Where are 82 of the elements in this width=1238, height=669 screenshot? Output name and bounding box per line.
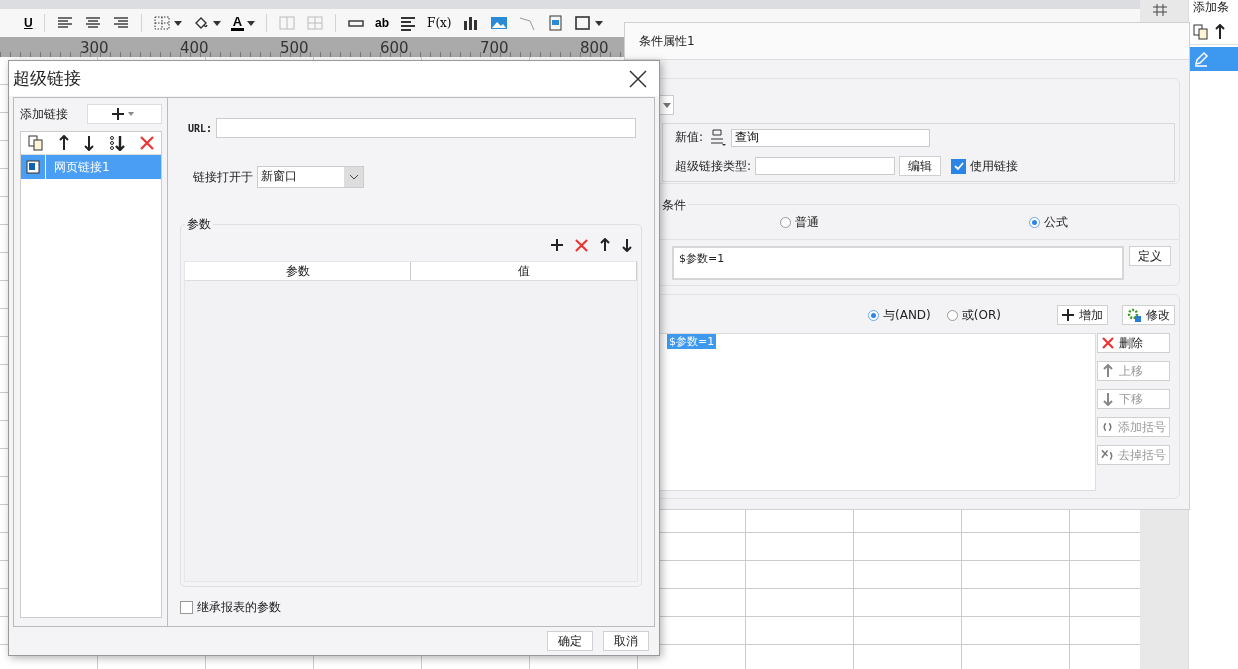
ruler-label: 600 <box>380 39 410 57</box>
window-title: 条件属性1 <box>625 23 1189 60</box>
url-field[interactable] <box>216 118 636 138</box>
panel-title: 添加条 <box>1192 0 1230 14</box>
ruler-label: 700 <box>480 39 510 57</box>
dialog-title: 超级链接 <box>13 67 81 90</box>
arrow-down-icon[interactable] <box>622 238 632 252</box>
chart-icon <box>461 15 480 31</box>
radio-label: 或(OR) <box>961 306 1001 324</box>
remove-paren-icon <box>1101 448 1114 462</box>
image-icon <box>489 15 508 31</box>
up-icon <box>1101 364 1115 378</box>
plus-icon <box>1062 309 1074 321</box>
ruler-label: 400 <box>180 39 210 57</box>
align-right-icon <box>111 15 130 31</box>
text-button[interactable]: ab <box>371 11 394 35</box>
arrow-up-icon[interactable] <box>59 135 70 151</box>
column-header[interactable]: 参数 <box>185 262 411 280</box>
arrow-down-icon[interactable] <box>84 135 94 151</box>
arrow-up-icon[interactable] <box>1215 24 1225 40</box>
arrow-up-icon[interactable] <box>600 238 610 252</box>
frame-icon <box>573 15 592 31</box>
merge-icon <box>278 15 297 31</box>
web-page-icon <box>26 160 40 174</box>
checkbox[interactable] <box>951 158 967 174</box>
cancel-button[interactable]: 取消 <box>603 631 649 651</box>
formula-button[interactable]: F(x) <box>423 11 456 35</box>
url-label: URL: <box>188 122 213 134</box>
open-in-label: 链接打开于 <box>193 168 253 186</box>
delete-icon[interactable] <box>575 238 588 252</box>
edit-button[interactable]: 编辑 <box>899 156 942 177</box>
group-legend: 参数 <box>185 216 213 233</box>
lines-icon <box>399 15 418 31</box>
borders-icon <box>152 15 171 31</box>
add-paren-icon <box>1101 420 1114 434</box>
delete-icon <box>1101 336 1115 350</box>
radio-label: 普通 <box>795 213 819 231</box>
modify-button[interactable]: 修改 <box>1122 305 1175 325</box>
radio-button[interactable] <box>1029 216 1040 228</box>
copy-icon[interactable] <box>28 135 45 151</box>
chevron-icon <box>348 174 359 180</box>
open-in-select[interactable]: 新窗口 <box>257 166 364 188</box>
ok-button[interactable]: 确定 <box>547 631 593 651</box>
slash-icon <box>517 15 536 31</box>
copy-icon[interactable] <box>1193 24 1209 40</box>
caret-icon <box>663 102 671 108</box>
radio-button[interactable] <box>780 216 791 228</box>
ruler-label: 500 <box>280 39 310 57</box>
delete-icon[interactable] <box>139 136 154 150</box>
radio-label: 与(AND) <box>883 306 931 324</box>
move-bottom-icon[interactable] <box>108 135 125 151</box>
underline-button[interactable]: U <box>20 11 37 35</box>
font-color-button[interactable]: A <box>226 11 260 35</box>
add-button[interactable]: 增加 <box>1057 305 1108 325</box>
checkbox-label: 继承报表的参数 <box>197 599 281 616</box>
close-icon[interactable] <box>629 69 647 88</box>
add-link-label: 添加链接 <box>20 105 68 123</box>
align-center-icon <box>83 15 102 31</box>
align-left-icon <box>55 15 74 31</box>
field-label: 超级链接类型: <box>675 157 752 175</box>
formula-field[interactable]: $参数=1 <box>672 246 1124 280</box>
field-label: 新值: <box>675 129 704 147</box>
radio-label: 公式 <box>1044 213 1068 231</box>
checkbox-label: 使用链接 <box>970 157 1019 175</box>
delete-button[interactable]: 删除 <box>1097 333 1170 353</box>
pencil-icon <box>1193 51 1209 67</box>
radio-button[interactable] <box>946 309 958 321</box>
radio-button[interactable] <box>868 309 879 321</box>
add-icon[interactable] <box>551 239 563 251</box>
add-link-button[interactable] <box>87 104 162 124</box>
link-type-field[interactable] <box>755 157 896 176</box>
column-header[interactable]: 值 <box>411 262 637 280</box>
ruler-label: 300 <box>80 39 110 57</box>
down-icon <box>1101 392 1115 406</box>
condition-list-item[interactable] <box>1189 47 1238 71</box>
table-icon <box>306 15 325 31</box>
checkbox[interactable] <box>180 601 193 614</box>
define-button[interactable]: 定义 <box>1129 246 1171 266</box>
group-legend: 条件 <box>660 197 688 214</box>
new-value-field[interactable]: 查询 <box>731 128 931 147</box>
ruler-label: 800 <box>580 39 610 57</box>
grid-icon[interactable] <box>1153 4 1167 16</box>
